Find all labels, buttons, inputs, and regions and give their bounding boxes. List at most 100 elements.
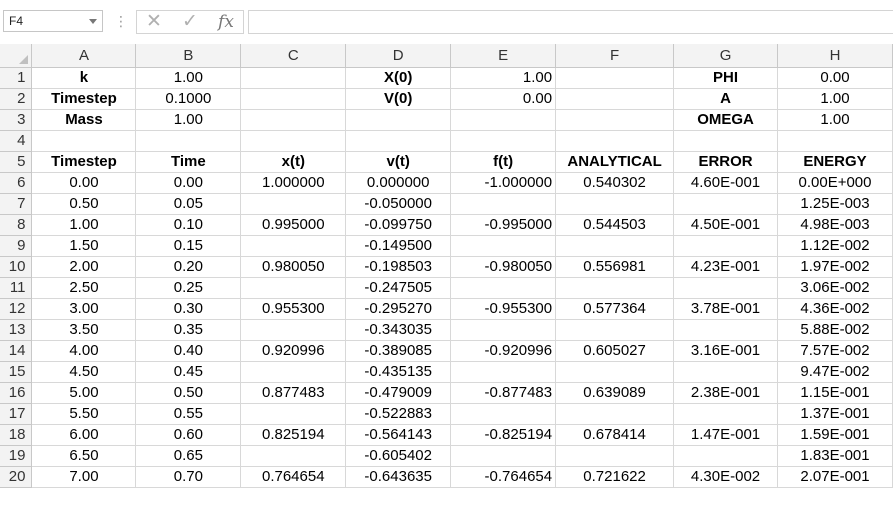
cell-e7[interactable] <box>450 193 557 215</box>
cell-d11[interactable]: -0.247505 <box>345 277 452 299</box>
cell-a11[interactable]: 2.50 <box>31 277 137 299</box>
cell-h2[interactable]: 1.00 <box>777 88 893 110</box>
cell-g20[interactable]: 4.30E-002 <box>673 466 779 488</box>
cell-a20[interactable]: 7.00 <box>31 466 137 488</box>
cell-c20[interactable]: 0.764654 <box>240 466 347 488</box>
cell-e3[interactable] <box>450 109 557 131</box>
cell-d16[interactable]: -0.479009 <box>345 382 452 404</box>
cell-h11[interactable]: 3.06E-002 <box>777 277 893 299</box>
cell-d17[interactable]: -0.522883 <box>345 403 452 425</box>
cell-f15[interactable] <box>555 361 675 383</box>
cell-b10[interactable]: 0.20 <box>135 256 242 278</box>
cell-g12[interactable]: 3.78E-001 <box>673 298 779 320</box>
cell-a19[interactable]: 6.50 <box>31 445 137 467</box>
cell-c5[interactable]: x(t) <box>240 151 347 173</box>
row-header[interactable]: 2 <box>0 88 33 110</box>
cell-h10[interactable]: 1.97E-002 <box>777 256 893 278</box>
cell-b3[interactable]: 1.00 <box>135 109 242 131</box>
column-header-f[interactable]: F <box>555 44 675 68</box>
cell-h15[interactable]: 9.47E-002 <box>777 361 893 383</box>
cell-f9[interactable] <box>555 235 675 257</box>
cell-h4[interactable] <box>777 130 893 152</box>
cell-e12[interactable]: -0.955300 <box>450 298 557 320</box>
cell-c17[interactable] <box>240 403 347 425</box>
cell-g19[interactable] <box>673 445 779 467</box>
column-header-g[interactable]: G <box>673 44 779 68</box>
cell-b19[interactable]: 0.65 <box>135 445 242 467</box>
row-header[interactable]: 9 <box>0 235 33 257</box>
cell-g6[interactable]: 4.60E-001 <box>673 172 779 194</box>
cell-d2[interactable]: V(0) <box>345 88 452 110</box>
cell-e16[interactable]: -0.877483 <box>450 382 557 404</box>
cell-f6[interactable]: 0.540302 <box>555 172 675 194</box>
cell-c7[interactable] <box>240 193 347 215</box>
cell-c9[interactable] <box>240 235 347 257</box>
cell-b17[interactable]: 0.55 <box>135 403 242 425</box>
cell-c14[interactable]: 0.920996 <box>240 340 347 362</box>
column-header-d[interactable]: D <box>345 44 452 68</box>
cell-d10[interactable]: -0.198503 <box>345 256 452 278</box>
cell-c10[interactable]: 0.980050 <box>240 256 347 278</box>
cell-g16[interactable]: 2.38E-001 <box>673 382 779 404</box>
cell-b11[interactable]: 0.25 <box>135 277 242 299</box>
cell-g1[interactable]: PHI <box>673 67 779 89</box>
cell-b4[interactable] <box>135 130 242 152</box>
cell-f4[interactable] <box>555 130 675 152</box>
cell-b8[interactable]: 0.10 <box>135 214 242 236</box>
cell-g15[interactable] <box>673 361 779 383</box>
check-icon[interactable]: ✓ <box>177 12 203 32</box>
cell-a3[interactable]: Mass <box>31 109 137 131</box>
cell-d4[interactable] <box>345 130 452 152</box>
name-box[interactable]: F4 <box>3 10 103 32</box>
cell-d3[interactable] <box>345 109 452 131</box>
select-all-icon[interactable] <box>19 54 29 64</box>
cell-b1[interactable]: 1.00 <box>135 67 242 89</box>
cell-d9[interactable]: -0.149500 <box>345 235 452 257</box>
row-header[interactable]: 7 <box>0 193 33 215</box>
cell-b14[interactable]: 0.40 <box>135 340 242 362</box>
fx-icon[interactable]: fx <box>213 12 239 32</box>
cell-f17[interactable] <box>555 403 675 425</box>
cell-c2[interactable] <box>240 88 347 110</box>
cell-f7[interactable] <box>555 193 675 215</box>
cell-g17[interactable] <box>673 403 779 425</box>
cell-d20[interactable]: -0.643635 <box>345 466 452 488</box>
cell-e4[interactable] <box>450 130 557 152</box>
cell-d8[interactable]: -0.099750 <box>345 214 452 236</box>
cell-e8[interactable]: -0.995000 <box>450 214 557 236</box>
cell-a15[interactable]: 4.50 <box>31 361 137 383</box>
cell-f13[interactable] <box>555 319 675 341</box>
cell-c15[interactable] <box>240 361 347 383</box>
cell-f2[interactable] <box>555 88 675 110</box>
cell-c18[interactable]: 0.825194 <box>240 424 347 446</box>
cell-e1[interactable]: 1.00 <box>450 67 557 89</box>
row-header[interactable]: 10 <box>0 256 33 278</box>
cell-e5[interactable]: f(t) <box>450 151 557 173</box>
row-header[interactable]: 15 <box>0 361 33 383</box>
cell-h9[interactable]: 1.12E-002 <box>777 235 893 257</box>
cell-f10[interactable]: 0.556981 <box>555 256 675 278</box>
cell-c1[interactable] <box>240 67 347 89</box>
cell-a16[interactable]: 5.00 <box>31 382 137 404</box>
cell-c4[interactable] <box>240 130 347 152</box>
cell-h17[interactable]: 1.37E-001 <box>777 403 893 425</box>
cell-a18[interactable]: 6.00 <box>31 424 137 446</box>
drag-handle-icon[interactable]: ⋮ <box>114 13 128 29</box>
cell-f11[interactable] <box>555 277 675 299</box>
cell-g18[interactable]: 1.47E-001 <box>673 424 779 446</box>
row-header[interactable]: 20 <box>0 466 33 488</box>
cell-h14[interactable]: 7.57E-002 <box>777 340 893 362</box>
cell-f19[interactable] <box>555 445 675 467</box>
cell-b20[interactable]: 0.70 <box>135 466 242 488</box>
cell-b2[interactable]: 0.1000 <box>135 88 242 110</box>
row-header[interactable]: 5 <box>0 151 33 173</box>
cell-h13[interactable]: 5.88E-002 <box>777 319 893 341</box>
cell-d7[interactable]: -0.050000 <box>345 193 452 215</box>
row-header[interactable]: 8 <box>0 214 33 236</box>
cell-g10[interactable]: 4.23E-001 <box>673 256 779 278</box>
cell-e19[interactable] <box>450 445 557 467</box>
cell-b7[interactable]: 0.05 <box>135 193 242 215</box>
cell-c16[interactable]: 0.877483 <box>240 382 347 404</box>
cell-d15[interactable]: -0.435135 <box>345 361 452 383</box>
cell-a1[interactable]: k <box>31 67 137 89</box>
